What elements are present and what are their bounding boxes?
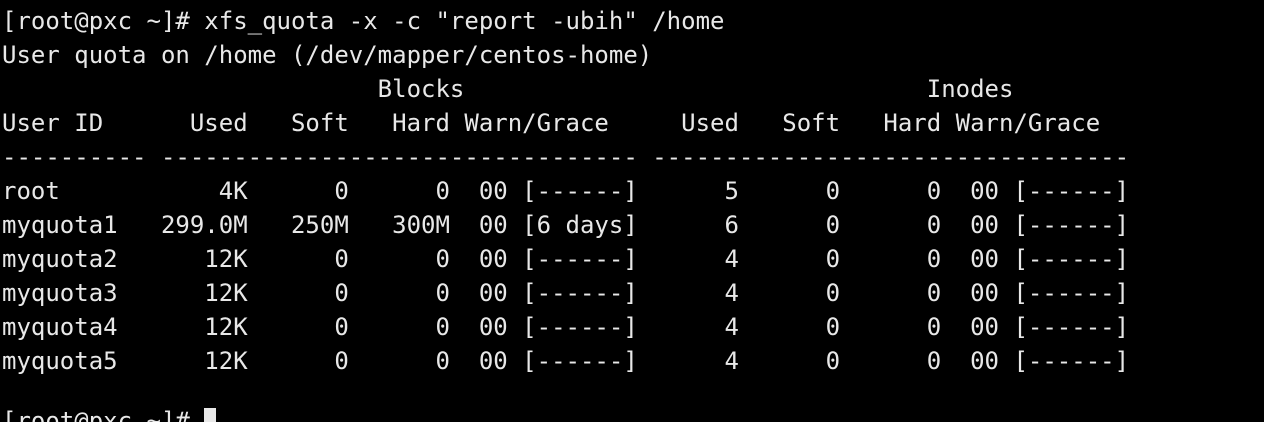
columns-header: User ID Used Soft Hard Warn/Grace Used S… xyxy=(2,109,1101,137)
terminal-window[interactable]: [root@pxc ~]# xfs_quota -x -c "report -u… xyxy=(0,0,1264,422)
command-line: [root@pxc ~]# xfs_quota -x -c "report -u… xyxy=(2,7,725,35)
table-row: myquota4 12K 0 0 00 [------] 4 0 0 00 [-… xyxy=(2,313,1130,341)
table-row: myquota2 12K 0 0 00 [------] 4 0 0 00 [-… xyxy=(2,245,1130,273)
table-row: myquota5 12K 0 0 00 [------] 4 0 0 00 [-… xyxy=(2,347,1130,375)
prompt-line[interactable]: [root@pxc ~]# xyxy=(2,404,217,422)
table-row: root 4K 0 0 00 [------] 5 0 0 00 [------… xyxy=(2,177,1130,205)
table-row: myquota3 12K 0 0 00 [------] 4 0 0 00 [-… xyxy=(2,279,1130,307)
separator-line: ---------- -----------------------------… xyxy=(2,143,1130,171)
shell-prompt: [root@pxc ~]# xyxy=(2,407,205,422)
table-row: myquota1 299.0M 250M 300M 00 [6 days] 6 … xyxy=(2,211,1130,239)
text-cursor xyxy=(204,408,217,422)
group-header: Blocks Inodes xyxy=(2,75,1014,103)
report-header: User quota on /home (/dev/mapper/centos-… xyxy=(2,41,653,69)
